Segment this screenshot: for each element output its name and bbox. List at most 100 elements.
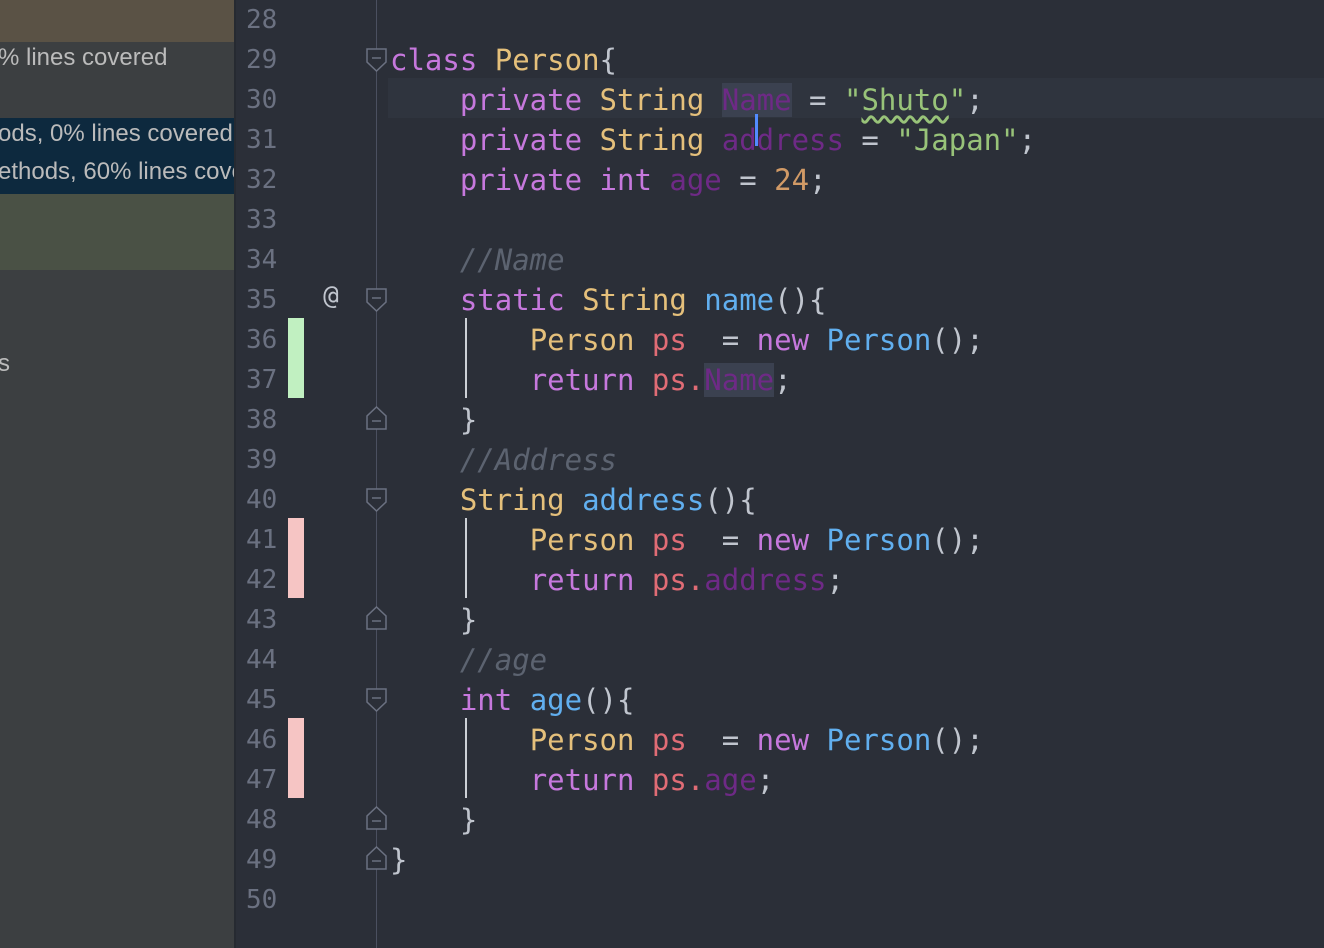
code-token: age bbox=[669, 163, 722, 197]
code-token: . bbox=[686, 363, 705, 397]
code-token: ps bbox=[651, 763, 687, 797]
code-line[interactable]: Person ps = new Person(); bbox=[390, 320, 984, 360]
fold-open-icon[interactable] bbox=[366, 288, 387, 312]
code-line[interactable]: } bbox=[390, 600, 477, 640]
code-line[interactable]: String address(){ bbox=[390, 480, 757, 520]
line-number: 39 bbox=[246, 445, 278, 475]
code-token: Person bbox=[529, 523, 652, 557]
code-token: = bbox=[686, 723, 757, 757]
code-token: ; bbox=[756, 763, 775, 797]
code-token: static bbox=[459, 283, 583, 317]
code-token: Person bbox=[529, 323, 652, 357]
code-token: address bbox=[704, 563, 827, 597]
fold-close-icon[interactable] bbox=[366, 606, 387, 630]
code-line[interactable]: //Name bbox=[390, 240, 565, 280]
fold-close-icon[interactable] bbox=[366, 406, 387, 430]
code-token: (){ bbox=[704, 483, 757, 517]
code-token: private bbox=[459, 83, 600, 117]
code-token: ; bbox=[826, 563, 844, 597]
coverage-row[interactable]: s bbox=[0, 346, 234, 386]
fold-open-icon[interactable] bbox=[366, 688, 387, 712]
line-number: 38 bbox=[246, 405, 278, 435]
line-number: 32 bbox=[246, 165, 278, 195]
code-line[interactable]: private int age = 24; bbox=[390, 160, 827, 200]
code-token: " bbox=[896, 123, 914, 157]
code-line[interactable]: private String address = "Japan"; bbox=[390, 120, 1036, 160]
fold-open-icon[interactable] bbox=[366, 488, 387, 512]
line-number: 30 bbox=[246, 85, 278, 115]
coverage-row-label: % lines covered bbox=[0, 44, 168, 71]
code-token: ps bbox=[651, 363, 687, 397]
line-number: 47 bbox=[246, 765, 278, 795]
fold-close-icon[interactable] bbox=[366, 806, 387, 830]
code-line[interactable]: //Address bbox=[390, 440, 617, 480]
code-token: int bbox=[459, 683, 530, 717]
line-number: 28 bbox=[246, 5, 278, 35]
code-line[interactable]: } bbox=[390, 400, 477, 440]
line-number: 48 bbox=[246, 805, 278, 835]
code-token: return bbox=[529, 363, 652, 397]
code-token: address bbox=[582, 483, 705, 517]
code-token: } bbox=[459, 803, 478, 837]
code-token: //Name bbox=[459, 243, 565, 277]
code-token: age bbox=[529, 683, 583, 717]
fold-open-icon[interactable] bbox=[366, 48, 387, 72]
code-token: //Address bbox=[459, 443, 617, 477]
coverage-row-selected[interactable]: ethods, 60% lines covered bbox=[0, 156, 234, 196]
line-number: 42 bbox=[246, 565, 278, 595]
code-line[interactable]: return ps.address; bbox=[390, 560, 844, 600]
code-token: = bbox=[791, 83, 844, 117]
code-line[interactable]: static String name(){ bbox=[390, 280, 827, 320]
code-line[interactable]: return ps.age; bbox=[390, 760, 774, 800]
code-token: Japan bbox=[913, 123, 1002, 157]
code-line[interactable]: Person ps = new Person(); bbox=[390, 520, 984, 560]
code-token: me bbox=[756, 83, 792, 117]
code-token: (); bbox=[931, 323, 984, 357]
coverage-row[interactable] bbox=[0, 0, 234, 42]
code-token: Shuto bbox=[861, 83, 949, 117]
code-token: ps bbox=[651, 323, 687, 357]
code-token: . bbox=[686, 563, 705, 597]
code-token: } bbox=[459, 603, 478, 637]
code-line[interactable]: class Person{ bbox=[390, 40, 617, 80]
override-icon[interactable]: @ bbox=[316, 276, 346, 316]
line-number: 46 bbox=[246, 725, 278, 755]
code-line[interactable]: int age(){ bbox=[390, 680, 635, 720]
line-number: 34 bbox=[246, 245, 278, 275]
line-number: 41 bbox=[246, 525, 278, 555]
code-token: return bbox=[529, 563, 652, 597]
code-token: 24 bbox=[774, 163, 810, 197]
coverage-row-selected[interactable]: ods, 0% lines covered bbox=[0, 118, 234, 158]
code-token: Person bbox=[826, 523, 932, 557]
code-token: private bbox=[459, 123, 600, 157]
fold-close-icon[interactable] bbox=[366, 846, 387, 870]
code-token: class bbox=[390, 43, 495, 77]
code-token: String bbox=[582, 283, 705, 317]
coverage-uncovered-marker[interactable] bbox=[288, 718, 304, 798]
line-number: 33 bbox=[246, 205, 278, 235]
coverage-row[interactable]: % lines covered bbox=[0, 42, 234, 82]
code-line[interactable]: } bbox=[390, 800, 477, 840]
line-number: 45 bbox=[246, 685, 278, 715]
code-token: . bbox=[686, 763, 705, 797]
coverage-row[interactable] bbox=[0, 194, 234, 270]
code-line[interactable]: return ps.Name; bbox=[390, 360, 792, 400]
code-token: name bbox=[704, 283, 775, 317]
code-line[interactable]: private String Name = "Shuto"; bbox=[390, 80, 984, 146]
coverage-uncovered-marker[interactable] bbox=[288, 518, 304, 598]
code-line[interactable]: //age bbox=[390, 640, 547, 680]
code-token: = bbox=[686, 323, 757, 357]
line-number: 37 bbox=[246, 365, 278, 395]
panel-divider[interactable] bbox=[234, 0, 236, 948]
code-token: { bbox=[599, 43, 617, 77]
code-token: Name bbox=[704, 363, 775, 397]
code-token: String bbox=[459, 483, 583, 517]
code-token: = bbox=[721, 163, 775, 197]
line-number: 36 bbox=[246, 325, 278, 355]
code-line[interactable]: Person ps = new Person(); bbox=[390, 720, 984, 760]
code-line[interactable]: } bbox=[390, 840, 407, 880]
code-token: ps bbox=[651, 523, 687, 557]
coverage-covered-marker[interactable] bbox=[288, 318, 304, 398]
coverage-row-label: s bbox=[0, 350, 10, 377]
code-token: ; bbox=[1018, 123, 1037, 157]
